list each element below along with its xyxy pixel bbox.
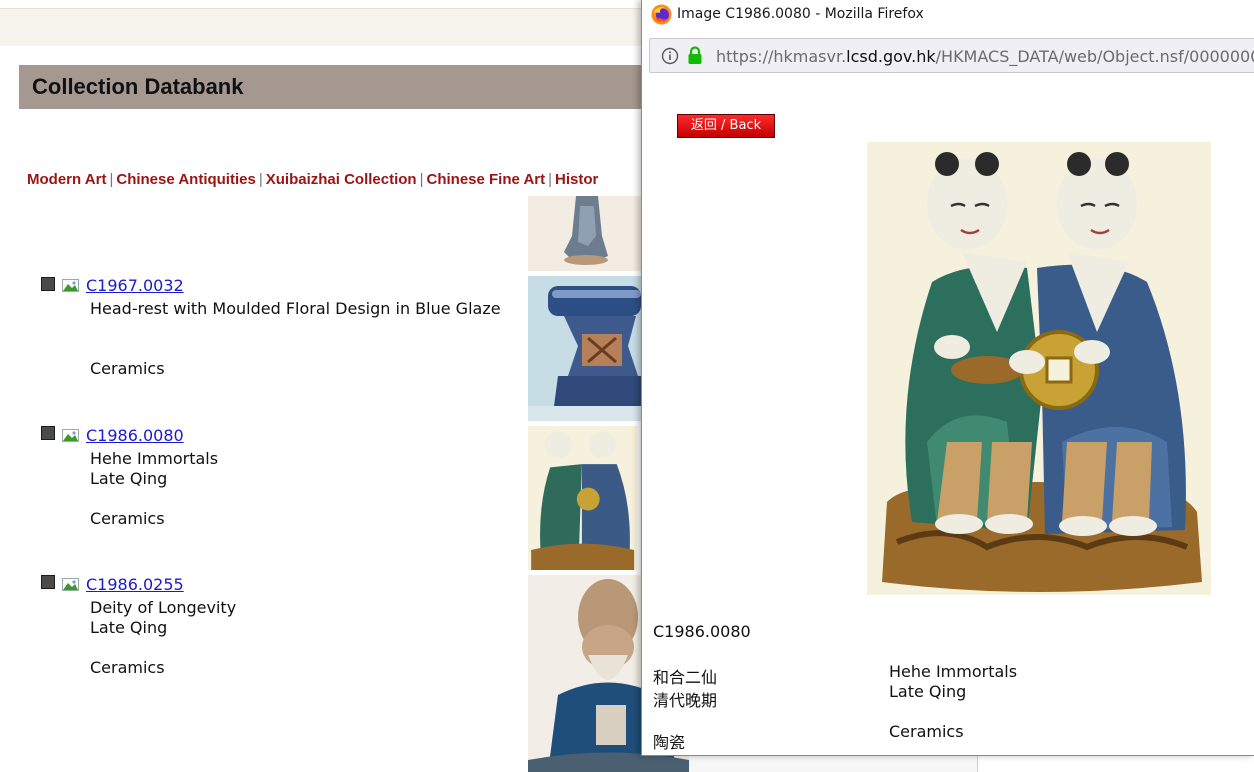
info-icon[interactable] bbox=[661, 47, 679, 65]
nav-chinese-antiquities[interactable]: Chinese Antiquities bbox=[116, 171, 255, 188]
image-placeholder-icon bbox=[62, 578, 79, 591]
url-text[interactable]: https://hkmasvr.lcsd.gov.hk/HKMACS_DATA/… bbox=[716, 47, 1254, 66]
object-period-english: Late Qing bbox=[889, 682, 967, 701]
collection-title-bar: Collection Databank bbox=[19, 65, 659, 109]
url-prefix: https://hkmasvr. bbox=[716, 47, 847, 66]
thumbnail-headrest[interactable] bbox=[528, 276, 641, 421]
image-placeholder-icon bbox=[62, 429, 79, 442]
entry-name: Hehe Immortals bbox=[90, 449, 219, 468]
back-button[interactable]: 返回 / Back bbox=[677, 114, 775, 138]
object-category-chinese: 陶瓷 bbox=[653, 733, 686, 752]
image-popup-window[interactable]: Image C1986.0080 - Mozilla Firefox https… bbox=[641, 0, 1254, 756]
url-path: /HKMACS_DATA/web/Object.nsf/000000000 bbox=[935, 47, 1254, 66]
bullet-square-icon bbox=[41, 426, 55, 440]
nav-separator: | bbox=[548, 171, 553, 188]
image-placeholder-icon bbox=[62, 279, 79, 292]
entry-id-link[interactable]: C1986.0080 bbox=[86, 426, 184, 445]
address-bar[interactable]: https://hkmasvr.lcsd.gov.hk/HKMACS_DATA/… bbox=[649, 38, 1254, 73]
entry-category: Ceramics bbox=[90, 658, 165, 677]
entry-period: Late Qing bbox=[90, 469, 168, 488]
entry-id-link[interactable]: C1967.0032 bbox=[86, 276, 184, 295]
entry-period: Late Qing bbox=[90, 618, 168, 637]
entry-id-link[interactable]: C1986.0255 bbox=[86, 575, 184, 594]
window-title-bar[interactable]: Image C1986.0080 - Mozilla Firefox bbox=[642, 0, 1254, 30]
thumbnail-previous[interactable] bbox=[528, 196, 641, 271]
nav-separator: | bbox=[258, 171, 263, 188]
url-host: lcsd.gov.hk bbox=[846, 47, 936, 66]
page-title: Collection Databank bbox=[32, 74, 244, 99]
object-category-english: Ceramics bbox=[889, 722, 964, 741]
object-period-chinese: 清代晚期 bbox=[653, 691, 718, 710]
object-name-chinese: 和合二仙 bbox=[653, 668, 718, 687]
nav-xuibaizhai-collection[interactable]: Xuibaizhai Collection bbox=[266, 171, 417, 188]
firefox-logo-icon bbox=[651, 4, 672, 25]
object-name-english: Hehe Immortals bbox=[889, 662, 1018, 681]
window-title: Image C1986.0080 - Mozilla Firefox bbox=[677, 6, 924, 22]
nav-separator: | bbox=[109, 171, 114, 188]
background-footer-strip bbox=[689, 755, 977, 772]
thumbnail-hehe-immortals[interactable] bbox=[528, 426, 637, 570]
nav-modern-art[interactable]: Modern Art bbox=[27, 171, 106, 188]
nav-separator: | bbox=[419, 171, 424, 188]
artwork-photo bbox=[867, 142, 1211, 595]
object-id: C1986.0080 bbox=[653, 622, 751, 641]
nav-chinese-fine-art[interactable]: Chinese Fine Art bbox=[427, 171, 546, 188]
nav-history[interactable]: Histor bbox=[555, 171, 598, 188]
entry-category: Ceramics bbox=[90, 359, 165, 378]
entry-category: Ceramics bbox=[90, 509, 165, 528]
bullet-square-icon bbox=[41, 575, 55, 589]
entry-name: Deity of Longevity bbox=[90, 598, 237, 617]
lock-icon[interactable] bbox=[687, 46, 703, 65]
entry-name: Head-rest with Moulded Floral Design in … bbox=[90, 299, 501, 318]
background-footer-edge bbox=[977, 755, 998, 772]
category-nav: Modern Art | Chinese Antiquities | Xuibaizha… bbox=[27, 171, 647, 191]
bullet-square-icon bbox=[41, 277, 55, 291]
